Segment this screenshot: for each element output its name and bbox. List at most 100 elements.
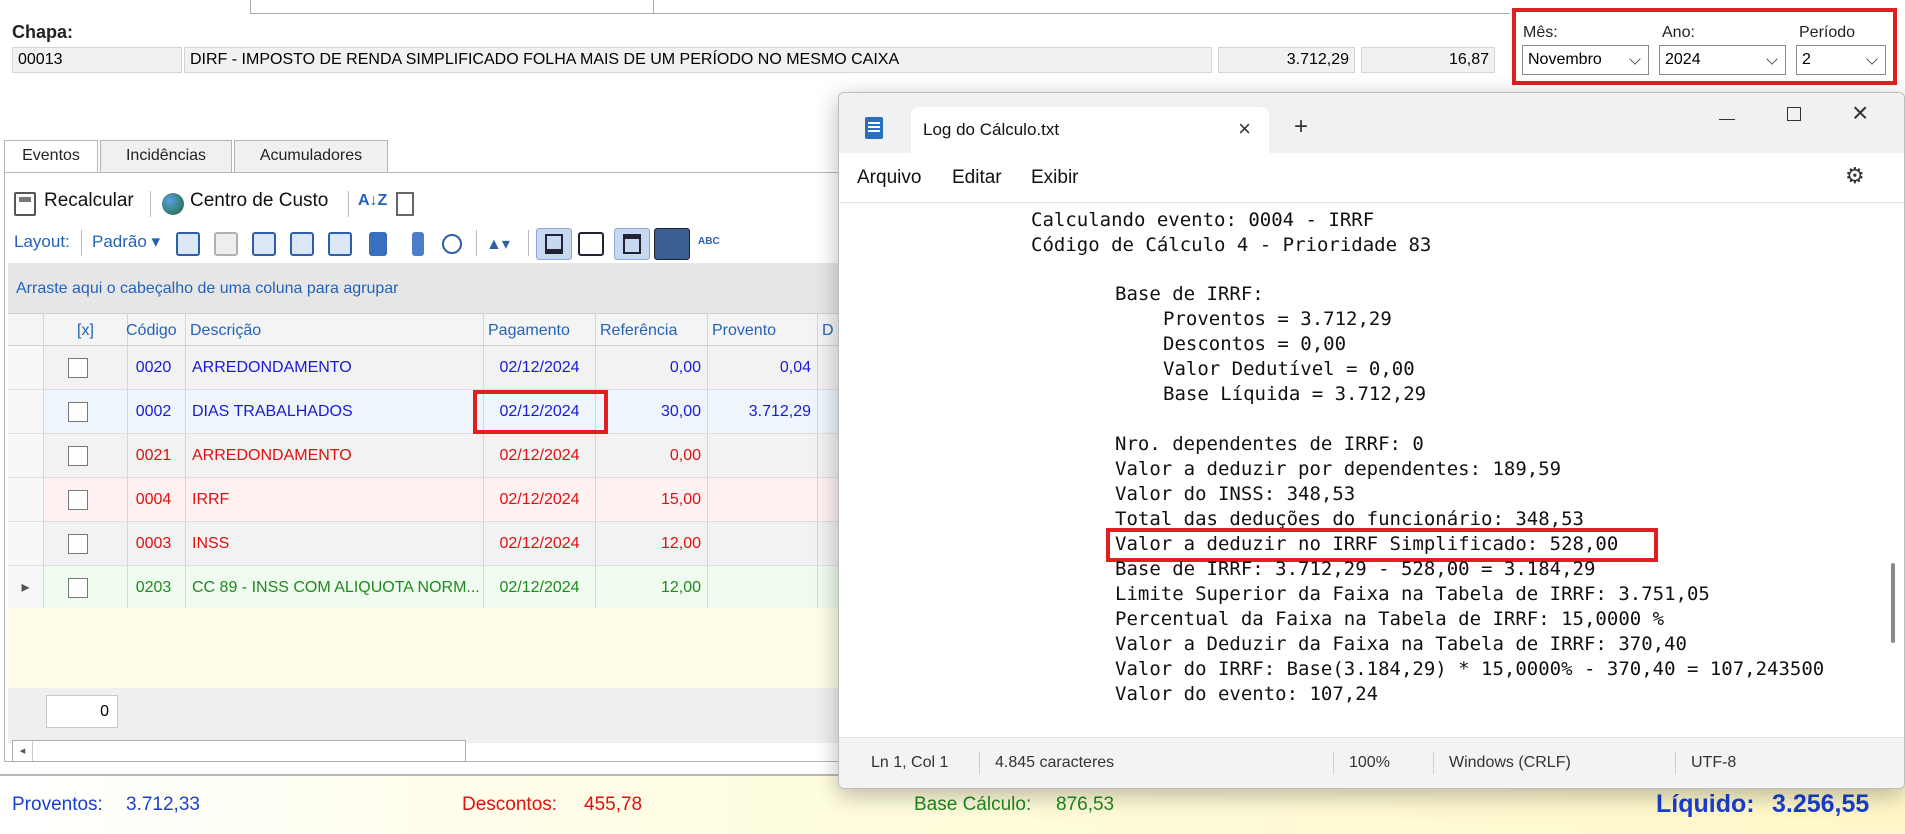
maximize-icon[interactable]: [1787, 107, 1801, 121]
codigo-cell[interactable]: 0004: [122, 478, 186, 521]
row-checkbox[interactable]: [68, 358, 88, 378]
header-value1-field[interactable]: 3.712,29: [1218, 47, 1355, 73]
column-header-select[interactable]: [x]: [44, 314, 128, 347]
referencia-cell[interactable]: 0,00: [596, 346, 708, 389]
settings-gear-icon[interactable]: ⚙: [1845, 163, 1865, 189]
descricao-cell[interactable]: ARREDONDAMENTO: [186, 346, 484, 389]
column-header-pagamento[interactable]: Pagamento: [484, 314, 596, 347]
column-header-provento[interactable]: Provento: [708, 314, 818, 347]
menu-arquivo[interactable]: Arquivo: [857, 167, 921, 189]
row-checkbox[interactable]: [68, 578, 88, 598]
close-tab-icon[interactable]: ×: [1238, 116, 1251, 142]
export-document-icon[interactable]: [396, 192, 414, 216]
tab-acumuladores[interactable]: Acumuladores: [234, 140, 388, 172]
row-indicator[interactable]: [8, 390, 44, 433]
row-checkbox[interactable]: [68, 490, 88, 510]
provento-cell[interactable]: [708, 434, 818, 477]
referencia-cell[interactable]: 30,00: [596, 390, 708, 433]
paint-format-icon[interactable]: [369, 232, 387, 256]
column-header-codigo[interactable]: Código: [122, 314, 186, 347]
table-row[interactable]: ▸ 0203 CC 89 - INSS COM ALIQUOTA NORM... 02…: [8, 566, 844, 610]
horizontal-scrollbar[interactable]: ◂: [12, 740, 466, 762]
pagamento-cell[interactable]: 02/12/2024: [484, 522, 596, 565]
sort-az-icon[interactable]: A↓Z: [358, 192, 387, 210]
codigo-cell[interactable]: 0020: [122, 346, 186, 389]
row-indicator[interactable]: [8, 434, 44, 477]
provento-cell[interactable]: [708, 478, 818, 521]
select-cell[interactable]: [44, 522, 128, 565]
table-row[interactable]: 0002 DIAS TRABALHADOS 02/12/2024 30,00 3.712…: [8, 390, 844, 434]
descricao-cell[interactable]: CC 89 - INSS COM ALIQUOTA NORM...: [186, 566, 484, 609]
record-count-field[interactable]: 0: [46, 695, 118, 728]
menu-editar[interactable]: Editar: [952, 167, 1002, 189]
status-encoding[interactable]: UTF-8: [1691, 738, 1736, 788]
provento-cell[interactable]: 0,04: [708, 346, 818, 389]
descricao-cell[interactable]: ARREDONDAMENTO: [186, 434, 484, 477]
footer-toggle-icon[interactable]: [536, 228, 572, 260]
column-header-referencia[interactable]: Referência: [596, 314, 708, 347]
codigo-cell[interactable]: 0203: [122, 566, 186, 609]
select-cell[interactable]: [44, 434, 128, 477]
tab-eventos[interactable]: Eventos: [4, 140, 98, 173]
table-row[interactable]: 0004 IRRF 02/12/2024 15,00: [8, 478, 844, 522]
header-value2-field[interactable]: 16,87: [1361, 47, 1495, 73]
row-checkbox[interactable]: [68, 534, 88, 554]
codigo-cell[interactable]: 0002: [122, 390, 186, 433]
select-cell[interactable]: [44, 346, 128, 389]
provento-cell[interactable]: 3.712,29: [708, 390, 818, 433]
select-cell[interactable]: [44, 478, 128, 521]
row-indicator[interactable]: ▸: [8, 566, 44, 609]
provento-cell[interactable]: [708, 566, 818, 609]
codigo-cell[interactable]: 0021: [122, 434, 186, 477]
move-up-icon[interactable]: [290, 232, 314, 256]
ano-select[interactable]: 2024: [1659, 45, 1786, 75]
referencia-cell[interactable]: 12,00: [596, 566, 708, 609]
row-indicator[interactable]: [8, 346, 44, 389]
group-panel-icon[interactable]: [578, 232, 604, 256]
notepad-text-area[interactable]: Calculando evento: 0004 - IRRF Código de …: [839, 204, 1904, 734]
select-cell[interactable]: [44, 566, 128, 609]
new-tab-icon[interactable]: +: [1294, 113, 1308, 141]
table-row[interactable]: 0021 ARREDONDAMENTO 02/12/2024 0,00: [8, 434, 844, 478]
codigo-cell[interactable]: 0003: [122, 522, 186, 565]
descricao-cell[interactable]: INSS: [186, 522, 484, 565]
provento-cell[interactable]: [708, 522, 818, 565]
spellcheck-icon[interactable]: ABC: [698, 236, 720, 247]
tab-incidencias[interactable]: Incidências: [100, 140, 232, 172]
pin-icon[interactable]: [412, 232, 424, 256]
minimize-icon[interactable]: [1719, 119, 1735, 120]
row-checkbox[interactable]: [68, 446, 88, 466]
row-lines-icon[interactable]: [654, 228, 690, 260]
chapa-code-field[interactable]: 00013: [12, 47, 182, 73]
layout-select[interactable]: Padrão ▾: [92, 232, 160, 252]
descricao-cell[interactable]: DIAS TRABALHADOS: [186, 390, 484, 433]
header-toggle-icon[interactable]: [614, 228, 650, 260]
pagamento-cell[interactable]: 02/12/2024: [484, 434, 596, 477]
filter-icon[interactable]: [442, 234, 462, 254]
close-window-icon[interactable]: ×: [1852, 97, 1868, 129]
chapa-description-field[interactable]: DIRF - IMPOSTO DE RENDA SIMPLIFICADO FOL…: [184, 47, 1212, 73]
add-row-icon[interactable]: [176, 232, 200, 256]
table-row[interactable]: 0003 INSS 02/12/2024 12,00: [8, 522, 844, 566]
menu-exibir[interactable]: Exibir: [1031, 167, 1079, 189]
delete-row-icon[interactable]: [214, 232, 238, 256]
scroll-left-icon[interactable]: ◂: [13, 741, 33, 761]
row-indicator[interactable]: [8, 522, 44, 565]
chart-icon[interactable]: ▲▾: [486, 234, 510, 254]
periodo-select[interactable]: 2: [1796, 45, 1886, 75]
descricao-cell[interactable]: IRRF: [186, 478, 484, 521]
status-line-ending[interactable]: Windows (CRLF): [1449, 738, 1571, 788]
referencia-cell[interactable]: 12,00: [596, 522, 708, 565]
pagamento-cell[interactable]: 02/12/2024: [484, 478, 596, 521]
referencia-cell[interactable]: 15,00: [596, 478, 708, 521]
table-row[interactable]: 0020 ARREDONDAMENTO 02/12/2024 0,00 0,04: [8, 346, 844, 390]
row-checkbox[interactable]: [68, 402, 88, 422]
centro-custo-button[interactable]: Centro de Custo: [190, 190, 328, 218]
select-cell[interactable]: [44, 390, 128, 433]
status-zoom[interactable]: 100%: [1349, 738, 1390, 788]
vertical-scrollbar-thumb[interactable]: [1891, 563, 1895, 643]
referencia-cell[interactable]: 0,00: [596, 434, 708, 477]
row-indicator[interactable]: [8, 478, 44, 521]
notepad-file-tab[interactable]: Log do Cálculo.txt ×: [911, 107, 1269, 153]
mes-select[interactable]: Novembro: [1522, 45, 1649, 75]
